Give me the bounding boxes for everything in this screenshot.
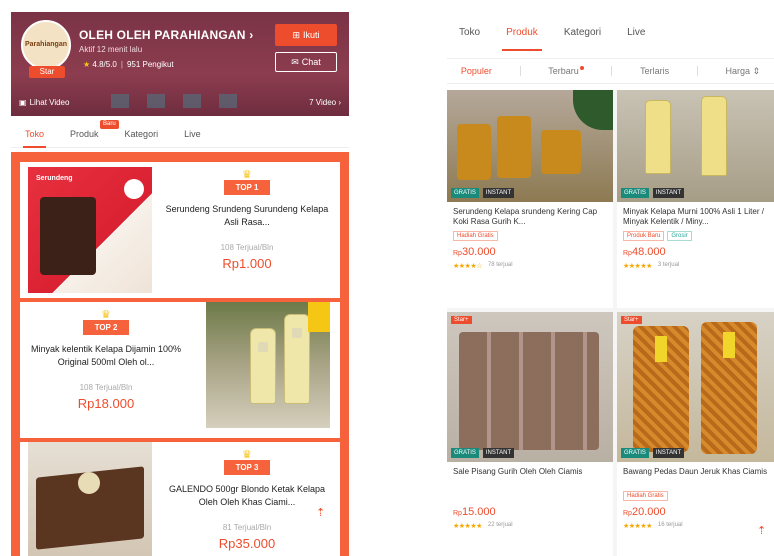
promo-strip: GRATIS INSTANT [621,448,685,458]
product-image: GRATIS INSTANT [617,90,774,202]
tab-kategori[interactable]: Kategori [564,27,601,38]
promo-strip: GRATIS INSTANT [451,448,515,458]
tab-live[interactable]: Live [184,129,201,139]
right-tab-bar: Toko Produk Kategori Live [447,12,774,52]
product-title: Serundeng Srundeng Surundeng Kelapa Asli… [165,204,329,227]
shop-logo[interactable]: Parahiangan [21,20,71,70]
product-rating: ★★★★☆ 78 terjual [453,262,513,270]
scroll-to-top-icon[interactable]: ⇡ [757,524,766,537]
product-card[interactable]: GRATIS INSTANT Minyak Kelapa Murni 100% A… [617,90,774,308]
product-price: Rp30.000 [453,246,496,258]
product-title: Minyak Kelapa Murni 100% Asli 1 Liter / … [623,207,764,226]
new-dot [579,66,584,70]
chevron-right-icon: › [249,28,254,42]
product-tag: Produk Baru [623,231,665,241]
product-tag: Hadiah Gratis [453,231,498,241]
tab-toko[interactable]: Toko [22,129,47,148]
product-price: Rp1.000 [222,256,272,271]
sort-terbaru[interactable]: Terbaru [548,66,584,76]
star-icon: ★ [83,60,91,69]
tab-produk[interactable]: Produk [502,27,542,51]
product-tag: Grosir [667,231,692,241]
product-rating: ★★★★★ 3 terjual [623,262,680,270]
star-plus-badge: Star+ [451,316,472,324]
star-plus-badge: Star+ [621,316,642,324]
top-products-list: Serundeng TOP 1 Serundeng Srundeng Surun… [11,152,349,556]
rank-ribbon: TOP 3 [223,460,271,475]
left-tab-bar: Toko Produk Baru Kategori Live [11,119,349,148]
product-image [206,302,330,428]
follow-button[interactable]: ⊞ Ikuti [275,24,337,46]
video-count-link[interactable]: 7 Video › [309,98,341,107]
product-price: Rp48.000 [623,246,666,258]
product-image: Star+ GRATIS INSTANT [617,312,774,462]
new-badge: Baru [100,119,119,129]
top-product-card[interactable]: TOP 3 GALENDO 500gr Blondo Ketak Kelapa … [20,442,340,556]
rank-ribbon: TOP 2 [82,320,130,335]
star-badge: Star [29,66,65,78]
product-sold: 81 Terjual/Bln [222,523,272,532]
product-rating: ★★★★★ 22 terjual [453,522,513,530]
product-title: Bawang Pedas Daun Jeruk Khas Ciamis [623,467,768,476]
product-price: Rp20.000 [623,506,666,518]
promo-strip: GRATIS INSTANT [451,188,515,198]
product-title: Minyak kelentik Kelapa Dijamin 100% Orig… [30,344,182,367]
right-product-screen: Toko Produk Kategori Live Populer Terbar… [447,12,774,556]
product-image: Star+ GRATIS INSTANT [447,312,613,462]
sort-bar: Populer Terbaru Terlaris Harga ⇕ [447,58,774,84]
tab-toko[interactable]: Toko [459,27,480,38]
product-price: Rp35.000 [218,536,276,551]
product-image [28,442,152,556]
left-shop-screen: Parahiangan Star OLEH OLEH PARAHIANGAN ›… [11,12,349,556]
chat-button[interactable]: ✉ Chat [275,52,337,72]
sort-terlaris[interactable]: Terlaris [640,66,669,76]
sort-harga[interactable]: Harga ⇕ [726,66,761,77]
product-card[interactable]: Star+ GRATIS INSTANT Sale Pisang Gurih Ol… [447,312,613,556]
tab-produk[interactable]: Produk Baru [70,119,119,139]
product-card[interactable]: Star+ GRATIS INSTANT Bawang Pedas Daun Je… [617,312,774,556]
chat-icon: ✉ [291,56,299,67]
product-price: Rp18.000 [77,396,135,411]
promo-strip: GRATIS INSTANT [621,188,685,198]
view-video-link[interactable]: ▣ Lihat Video [19,98,69,107]
top-product-card[interactable]: Serundeng TOP 1 Serundeng Srundeng Surun… [20,162,340,298]
product-title: Sale Pisang Gurih Oleh Oleh Ciamis [453,467,583,476]
video-row: ▣ Lihat Video 7 Video › [19,94,341,110]
shop-header: Parahiangan Star OLEH OLEH PARAHIANGAN ›… [11,12,349,116]
scroll-to-top-icon[interactable]: ⇡ [316,506,325,519]
shop-name[interactable]: OLEH OLEH PARAHIANGAN › [79,28,253,42]
product-card[interactable]: GRATIS INSTANT Serundeng Kelapa srundeng … [447,90,613,308]
product-sold: 108 Terjual/Bln [220,243,274,252]
tab-live[interactable]: Live [627,27,645,38]
video-icon: ▣ [19,97,27,107]
plus-icon: ⊞ [292,29,301,40]
product-sold: 108 Terjual/Bln [79,383,133,392]
rank-ribbon: TOP 1 [223,180,271,195]
product-image: GRATIS INSTANT [447,90,613,202]
top-product-card[interactable]: TOP 2 Minyak kelentik Kelapa Dijamin 100… [20,302,340,438]
product-grid: GRATIS INSTANT Serundeng Kelapa srundeng … [447,90,774,556]
tab-kategori[interactable]: Kategori [125,129,159,139]
shop-rating: ★ 4.8/5.0 | 951 Pengikut [83,60,174,69]
product-tag: Hadiah Gratis [623,491,668,501]
sort-populer[interactable]: Populer [461,66,492,76]
product-rating: ★★★★★ 16 terjual [623,522,683,530]
product-image: Serundeng [28,167,152,293]
product-title: GALENDO 500gr Blondo Ketak Kelapa Oleh O… [168,484,326,507]
product-title: Serundeng Kelapa srundeng Kering Cap Kok… [453,207,598,226]
shop-active-status: Aktif 12 menit lalu [79,45,143,54]
product-price: Rp15.000 [453,506,496,518]
